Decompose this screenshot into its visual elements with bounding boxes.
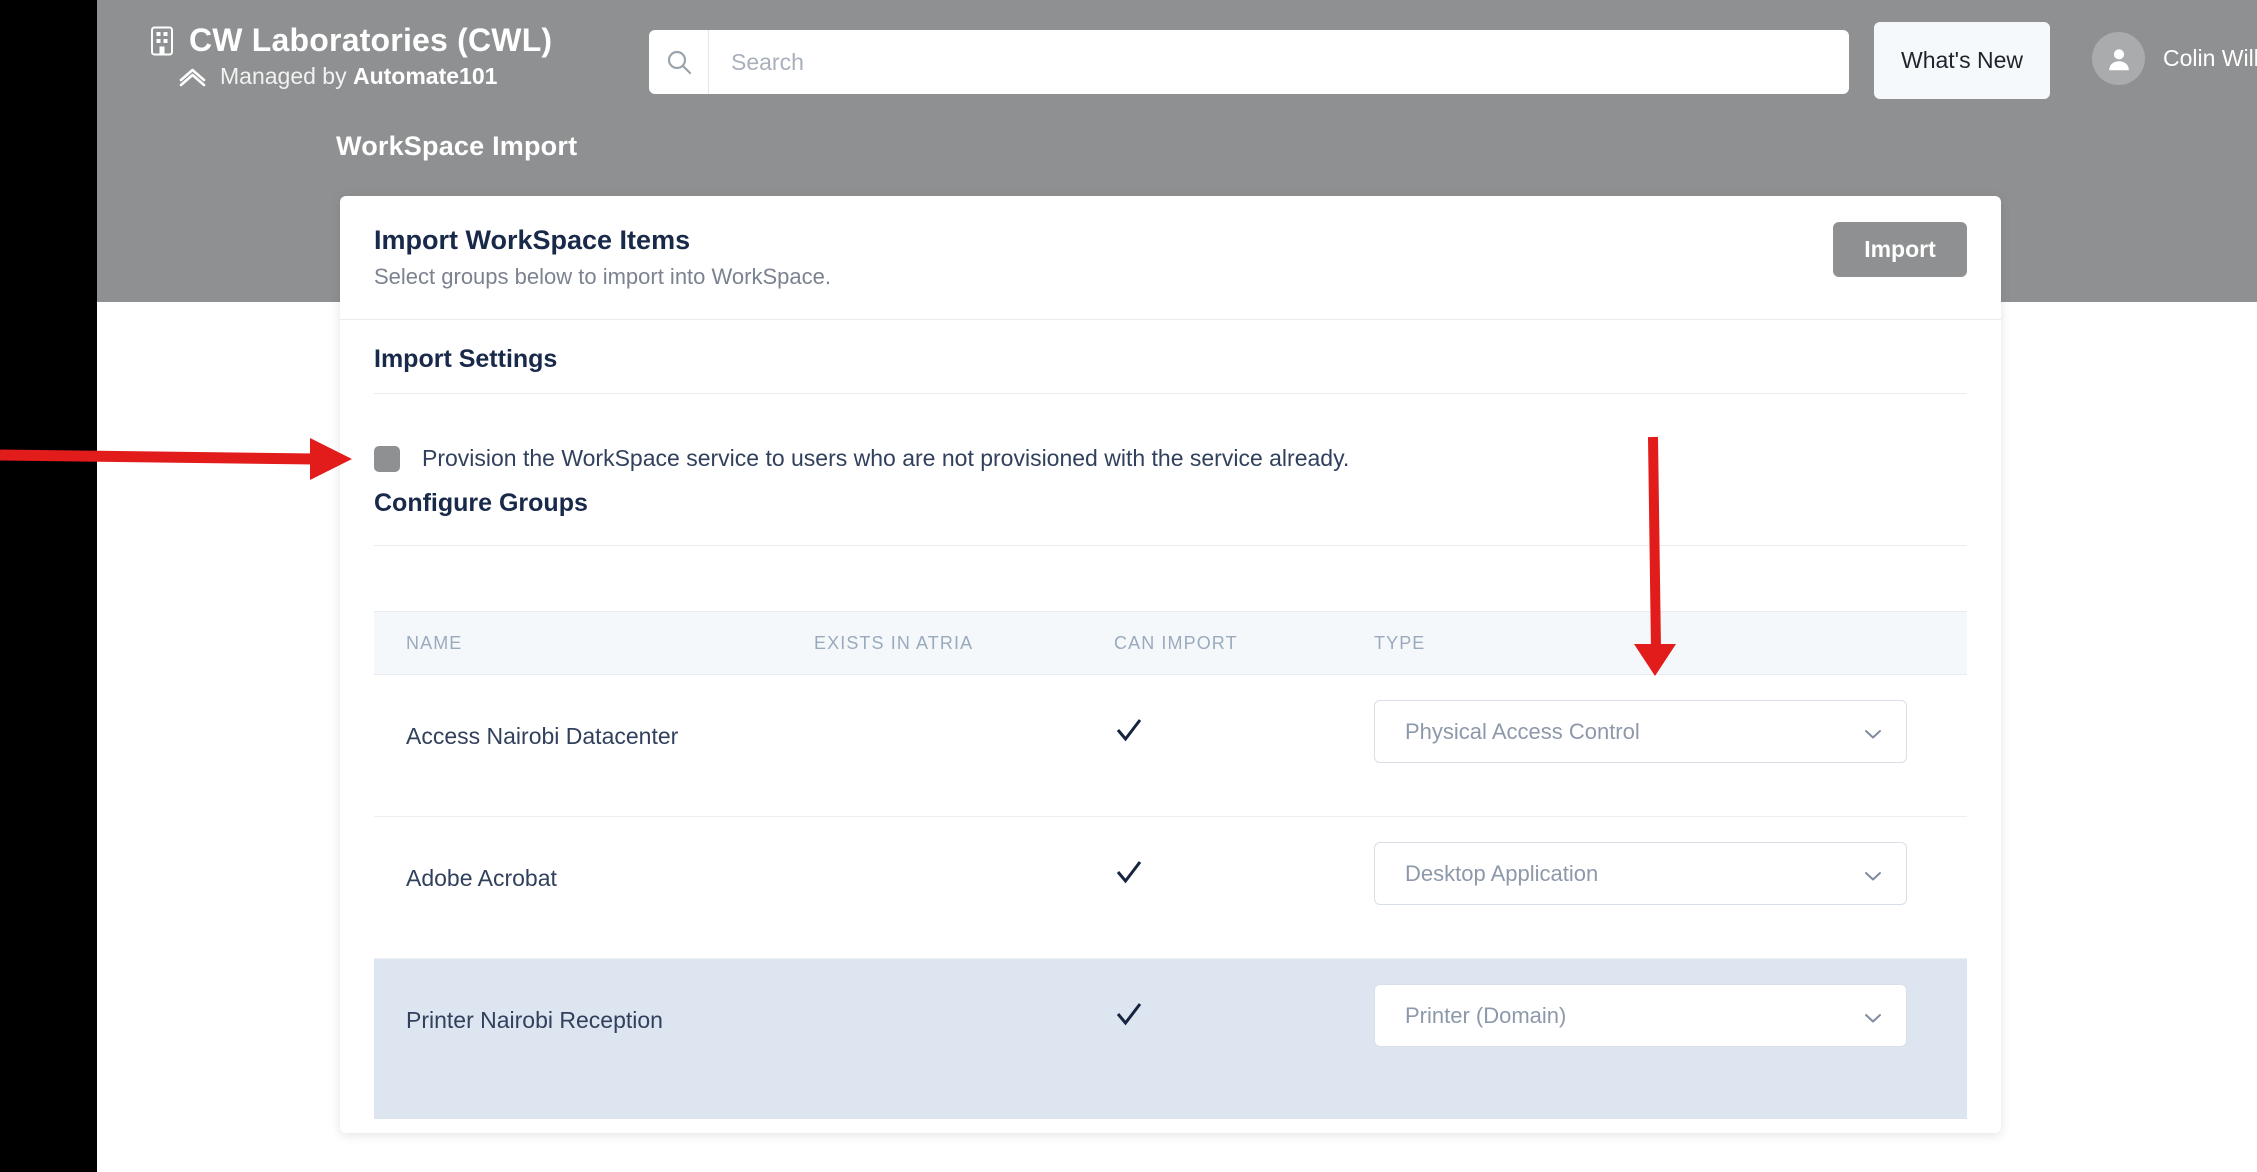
managed-by-label: Managed by Automate101 (220, 63, 497, 90)
app-header: CW Laboratories (CWL) Managed by Automat… (97, 0, 2257, 122)
card-subtitle: Select groups below to import into WorkS… (374, 264, 831, 290)
table-row[interactable]: Access Nairobi Datacenter Physical Acces… (374, 675, 1967, 817)
group-name: Printer Nairobi Reception (374, 959, 814, 1034)
organization-block[interactable]: CW Laboratories (CWL) Managed by Automat… (149, 22, 649, 90)
configure-groups-divider (374, 545, 1967, 546)
type-select-value: Printer (Domain) (1375, 1003, 1566, 1029)
managed-by-value: Automate101 (353, 63, 497, 89)
type-select[interactable]: Desktop Application (1374, 842, 1907, 905)
column-header-name: NAME (374, 633, 814, 654)
type-cell: Desktop Application (1374, 817, 1967, 905)
import-settings-divider (374, 393, 1967, 394)
search-input[interactable] (709, 30, 1849, 94)
group-name: Adobe Acrobat (374, 817, 814, 892)
can-import-cell (1114, 959, 1374, 1029)
building-icon (149, 26, 175, 56)
column-header-type: TYPE (1374, 633, 1967, 654)
chevron-down-icon (1864, 726, 1882, 737)
user-avatar-icon (2092, 32, 2145, 85)
app-root: CW Laboratories (CWL) Managed by Automat… (0, 0, 2257, 1172)
search-icon (649, 30, 709, 94)
card-header: Import WorkSpace Items Select groups bel… (340, 196, 2001, 320)
user-menu[interactable]: Colin Williams (2092, 32, 2257, 85)
group-name: Access Nairobi Datacenter (374, 675, 814, 750)
user-name: Colin Williams (2163, 45, 2257, 72)
table-row[interactable]: Printer Nairobi Reception Printer (Domai… (374, 959, 1967, 1119)
import-button[interactable]: Import (1833, 222, 1967, 277)
managed-by-row: Managed by Automate101 (149, 63, 649, 90)
type-select[interactable]: Physical Access Control (1374, 700, 1907, 763)
table-header-row: NAME EXISTS IN ATRIA CAN IMPORT TYPE (374, 611, 1967, 675)
search-bar[interactable] (649, 30, 1849, 94)
provision-checkbox-row[interactable]: Provision the WorkSpace service to users… (374, 445, 1349, 472)
type-select[interactable]: Printer (Domain) (1374, 984, 1907, 1047)
can-import-cell (1114, 817, 1374, 887)
type-select-value: Physical Access Control (1375, 719, 1640, 745)
whats-new-button[interactable]: What's New (1874, 22, 2050, 99)
provision-checkbox[interactable] (374, 446, 400, 472)
left-black-gutter (0, 0, 97, 1172)
chevron-down-icon (1864, 868, 1882, 879)
check-icon (1114, 999, 1144, 1029)
type-cell: Physical Access Control (1374, 675, 1967, 763)
column-header-exists: EXISTS IN ATRIA (814, 633, 1114, 654)
type-cell: Printer (Domain) (1374, 959, 1967, 1047)
chevron-up-icon (179, 67, 206, 87)
type-select-value: Desktop Application (1375, 861, 1598, 887)
check-icon (1114, 857, 1144, 887)
groups-table: NAME EXISTS IN ATRIA CAN IMPORT TYPE Acc… (374, 611, 1967, 1119)
column-header-can-import: CAN IMPORT (1114, 633, 1374, 654)
managed-by-prefix: Managed by (220, 63, 353, 89)
table-row[interactable]: Adobe Acrobat Desktop Application (374, 817, 1967, 959)
check-icon (1114, 715, 1144, 745)
organization-name: CW Laboratories (CWL) (189, 22, 552, 59)
import-settings-heading: Import Settings (374, 345, 557, 374)
can-import-cell (1114, 675, 1374, 745)
configure-groups-heading: Configure Groups (374, 489, 588, 518)
organization-name-row: CW Laboratories (CWL) (149, 22, 649, 59)
chevron-down-icon (1864, 1010, 1882, 1021)
provision-checkbox-label: Provision the WorkSpace service to users… (422, 445, 1349, 472)
card-title: Import WorkSpace Items (374, 225, 690, 256)
page-title: WorkSpace Import (336, 131, 577, 162)
